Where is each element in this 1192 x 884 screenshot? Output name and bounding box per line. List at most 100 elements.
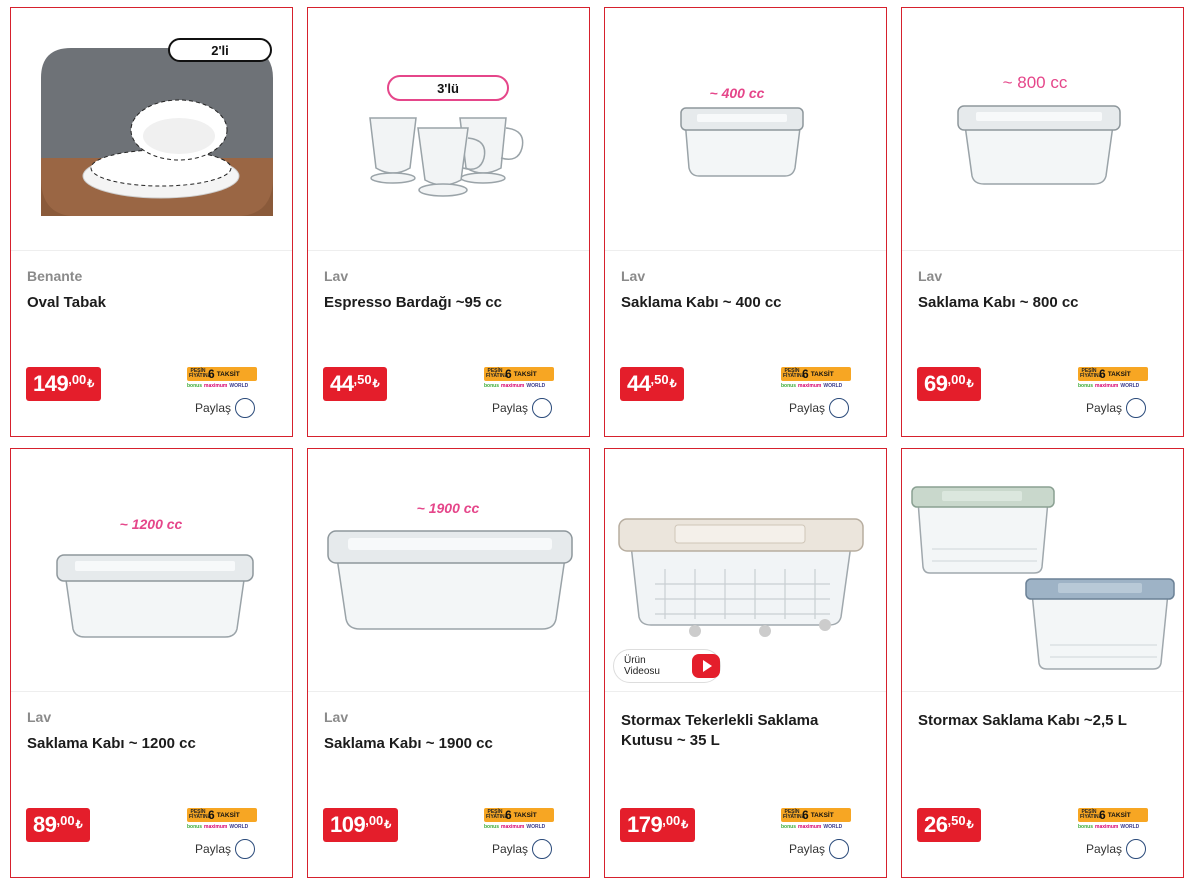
product-badge: 3'lü: [437, 81, 459, 96]
share-button[interactable]: Paylaş: [492, 839, 553, 859]
product-image[interactable]: Ürün Videosu: [605, 449, 886, 692]
price-currency: ₺: [372, 378, 380, 390]
maximum-card-logo: maximum: [501, 383, 525, 389]
installment-count: 6: [208, 808, 215, 822]
share-icon: [1126, 839, 1147, 859]
product-price: 44 ,50 ₺: [323, 367, 387, 401]
product-image[interactable]: [902, 449, 1183, 692]
bonus-card-logo: bonus: [781, 824, 796, 830]
bonus-card-logo: bonus: [187, 824, 202, 830]
product-brand: Lav: [621, 268, 646, 284]
price-decimal: ,50: [947, 813, 966, 828]
maximum-card-logo: maximum: [1095, 824, 1119, 830]
installment-badge: PEŞİN FİYATINA 6 TAKSİT bonus maximum WORLD: [187, 808, 257, 832]
price-integer: 89: [33, 812, 57, 837]
installment-cash-label: PEŞİN FİYATINA: [486, 368, 509, 379]
product-card[interactable]: ~ 400 cc Lav Saklama Kabı ~ 400 cc 44 ,5…: [604, 7, 887, 437]
share-label: Paylaş: [789, 842, 826, 856]
price-integer: 179: [627, 812, 663, 837]
product-card[interactable]: 3'lü Lav Espresso Bardağı ~95 cc 44 ,50 …: [307, 7, 590, 437]
product-image[interactable]: ~ 400 cc: [605, 8, 886, 251]
price-decimal: ,00: [56, 813, 75, 828]
installment-badge: PEŞİN FİYATINA 6 TAKSİT bonus maximum WORLD: [1078, 808, 1148, 832]
world-card-logo: WORLD: [1120, 383, 1140, 389]
product-title[interactable]: Saklama Kabı ~ 1200 cc: [27, 734, 277, 754]
maximum-card-logo: maximum: [204, 824, 228, 830]
world-card-logo: WORLD: [823, 824, 843, 830]
product-price: 89 ,00 ₺: [26, 808, 90, 842]
share-icon: [1126, 398, 1147, 418]
share-button[interactable]: Paylaş: [789, 839, 850, 859]
installment-cash-label: PEŞİN FİYATINA: [189, 809, 212, 820]
maximum-card-logo: maximum: [798, 824, 822, 830]
share-button[interactable]: Paylaş: [1086, 398, 1147, 418]
share-label: Paylaş: [492, 401, 529, 415]
share-button[interactable]: Paylaş: [195, 398, 256, 418]
world-card-logo: WORLD: [229, 824, 249, 830]
price-integer: 149: [33, 371, 69, 396]
bonus-card-logo: bonus: [484, 824, 499, 830]
installment-badge: PEŞİN FİYATINA 6 TAKSİT bonus maximum WORLD: [484, 367, 554, 391]
world-card-logo: WORLD: [526, 383, 546, 389]
price-integer: 44: [330, 371, 354, 396]
product-price: 109 ,00 ₺: [323, 808, 399, 842]
installment-badge: PEŞİN FİYATINA 6 TAKSİT bonus maximum WORLD: [484, 808, 554, 832]
product-price: 26 ,50 ₺: [917, 808, 981, 842]
share-button[interactable]: Paylaş: [789, 398, 850, 418]
product-brand: Lav: [324, 268, 349, 284]
share-icon: [235, 839, 256, 859]
product-price: 69 ,00 ₺: [917, 367, 981, 401]
installment-count: 6: [505, 808, 512, 822]
installment-count: 6: [1099, 367, 1106, 381]
installment-count: 6: [208, 367, 215, 381]
product-card[interactable]: Ürün Videosu Stormax Tekerlekli Saklama …: [604, 448, 887, 878]
product-image[interactable]: 2'li: [11, 8, 292, 251]
share-label: Paylaş: [1086, 401, 1123, 415]
product-title[interactable]: Saklama Kabı ~ 400 cc: [621, 293, 871, 313]
price-decimal: ,00: [662, 813, 681, 828]
price-decimal: ,00: [365, 813, 384, 828]
maximum-card-logo: maximum: [1095, 383, 1119, 389]
product-title[interactable]: Saklama Kabı ~ 800 cc: [918, 293, 1168, 313]
installment-cash-label: PEŞİN FİYATINA: [486, 809, 509, 820]
share-button[interactable]: Paylaş: [1086, 839, 1147, 859]
world-card-logo: WORLD: [526, 824, 546, 830]
product-video-button[interactable]: Ürün Videosu: [613, 649, 721, 683]
product-card[interactable]: ~ 800 cc Lav Saklama Kabı ~ 800 cc 69 ,0…: [901, 7, 1184, 437]
share-button[interactable]: Paylaş: [195, 839, 256, 859]
installment-cash-label: PEŞİN FİYATINA: [1080, 368, 1103, 379]
product-brand: Lav: [324, 709, 349, 725]
product-badge: ~ 1200 cc: [120, 516, 183, 532]
installment-label: TAKSİT: [810, 370, 834, 378]
product-title[interactable]: Stormax Tekerlekli Saklama Kutusu ~ 35 L: [621, 711, 871, 751]
installment-count: 6: [802, 367, 809, 381]
price-integer: 26: [924, 812, 948, 837]
installment-label: TAKSİT: [513, 370, 537, 378]
product-card[interactable]: ~ 1200 cc Lav Saklama Kabı ~ 1200 cc 89 …: [10, 448, 293, 878]
installment-cash-label: PEŞİN FİYATINA: [1080, 809, 1103, 820]
share-button[interactable]: Paylaş: [492, 398, 553, 418]
product-title[interactable]: Stormax Saklama Kabı ~2,5 L: [918, 711, 1168, 731]
product-title[interactable]: Saklama Kabı ~ 1900 cc: [324, 734, 574, 754]
product-image[interactable]: ~ 1200 cc: [11, 449, 292, 692]
product-price: 179 ,00 ₺: [620, 808, 696, 842]
product-brand: Lav: [27, 709, 52, 725]
product-image[interactable]: 3'lü: [308, 8, 589, 251]
installment-count: 6: [505, 367, 512, 381]
price-decimal: ,50: [353, 372, 372, 387]
product-brand: Benante: [27, 268, 83, 284]
installment-label: TAKSİT: [216, 370, 240, 378]
product-title[interactable]: Oval Tabak: [27, 293, 277, 313]
installment-badge: PEŞİN FİYATINA 6 TAKSİT bonus maximum WORLD: [781, 367, 851, 391]
installment-badge: PEŞİN FİYATINA 6 TAKSİT bonus maximum WORLD: [187, 367, 257, 391]
product-card[interactable]: 2'li Benante Oval Tabak 149 ,00 ₺ PEŞİN …: [10, 7, 293, 437]
product-image[interactable]: ~ 1900 cc: [308, 449, 589, 692]
price-decimal: ,50: [650, 372, 669, 387]
product-card[interactable]: Stormax Saklama Kabı ~2,5 L 26 ,50 ₺ PEŞ…: [901, 448, 1184, 878]
product-title[interactable]: Espresso Bardağı ~95 cc: [324, 293, 574, 313]
bonus-card-logo: bonus: [1078, 824, 1093, 830]
product-image[interactable]: ~ 800 cc: [902, 8, 1183, 251]
product-card[interactable]: ~ 1900 cc Lav Saklama Kabı ~ 1900 cc 109…: [307, 448, 590, 878]
share-label: Paylaş: [195, 842, 232, 856]
price-decimal: ,00: [947, 372, 966, 387]
